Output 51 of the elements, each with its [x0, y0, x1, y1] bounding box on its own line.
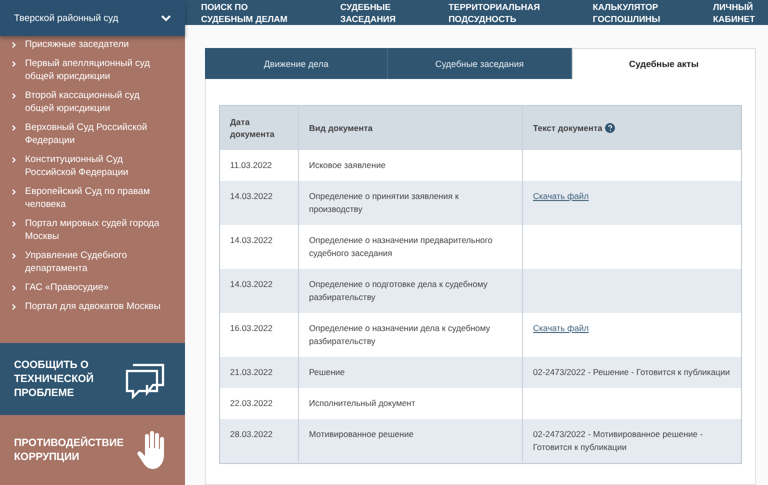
table-cell: Определение о подготовке дела к судебному разбирательству	[298, 269, 522, 313]
sidebar-link[interactable]: Портал для адвокатов Москвы	[12, 300, 164, 313]
sidebar-link[interactable]: Европейский Суд по правам человека	[12, 185, 164, 211]
table-cell: 14.03.2022	[220, 269, 298, 313]
sidebar-link[interactable]: ГАС «Правосудие»	[12, 281, 164, 294]
table-cell: 14.03.2022	[220, 181, 298, 225]
sidebar-link[interactable]: Верховный Суд Российской Федерации	[12, 121, 164, 147]
chevron-right-icon	[12, 285, 16, 291]
tab[interactable]: Судебные акты	[572, 48, 756, 79]
table-cell: 02-2473/2022 - Решение - Готовится к публикации	[522, 357, 742, 388]
table-cell: 22.03.2022	[220, 388, 298, 419]
court-selector[interactable]: Тверской районный суд	[0, 0, 185, 36]
sidebar-link[interactable]: Портал мировых судей города Москвы	[12, 217, 164, 243]
table-cell: Определение о принятии заявления к производству	[298, 181, 522, 225]
sidebar-link[interactable]: Конституционный Суд Российской Федерации	[12, 153, 164, 179]
banner-link[interactable]: СООБЩИТЬ О ТЕХНИЧЕСКОЙ ПРОБЛЕМЕ	[0, 343, 185, 415]
chevron-right-icon	[12, 61, 16, 67]
nav-link[interactable]: ПОИСК ПО СУДЕБНЫМ ДЕЛАМ	[201, 0, 288, 24]
chevron-right-icon	[12, 93, 16, 99]
sidebar-link[interactable]: Управление Судебного департамента	[12, 249, 164, 275]
table-cell: 28.03.2022	[220, 419, 298, 464]
table-cell: 16.03.2022	[220, 313, 298, 357]
help-icon	[605, 123, 616, 133]
chevron-right-icon	[12, 253, 16, 259]
sidebar-link[interactable]: Присяжные заседатели	[12, 38, 164, 51]
download-link[interactable]: Скачать файл	[533, 323, 589, 333]
chevron-right-icon	[12, 157, 16, 163]
table-cell: Мотивированное решение	[298, 419, 522, 464]
chevron-right-icon	[12, 125, 16, 131]
column-header: Вид документа	[298, 106, 522, 150]
download-link[interactable]: Скачать файл	[533, 191, 589, 201]
chevron-right-icon	[12, 221, 16, 227]
table-cell: 14.03.2022	[220, 225, 298, 269]
column-header: Дата документа	[220, 106, 298, 150]
tab[interactable]: Судебные заседания	[388, 48, 572, 79]
sidebar-link[interactable]: Первый апелляционный суд общей юрисдикции	[12, 57, 164, 83]
chevron-right-icon	[12, 189, 16, 195]
chevron-right-icon	[12, 42, 16, 48]
chevron-down-icon	[161, 14, 171, 22]
nav-link[interactable]: СУДЕБНЫЕ ЗАСЕДАНИЯ	[340, 0, 396, 24]
table-cell: 11.03.2022	[220, 150, 298, 181]
nav-link[interactable]: КАЛЬКУЛЯТОР ГОСПОШЛИНЫ	[592, 0, 660, 24]
nav-link[interactable]: ЛИЧНЫЙ КАБИНЕТ	[713, 0, 755, 24]
sidebar-link[interactable]: Второй кассационный суд общей юрисдикции	[12, 89, 164, 115]
table-cell: Решение	[298, 357, 522, 388]
tab[interactable]: Движение дела	[205, 48, 388, 79]
table-cell: 21.03.2022	[220, 357, 298, 388]
column-header: Текст документа	[522, 106, 742, 150]
chevron-right-icon	[12, 304, 16, 310]
table-cell: 02-2473/2022 - Мотивированное решение - Готовится к публикации	[522, 419, 742, 464]
nav-link[interactable]: ТЕРРИТОРИАЛЬНАЯ ПОДСУДНОСТЬ	[448, 0, 540, 24]
